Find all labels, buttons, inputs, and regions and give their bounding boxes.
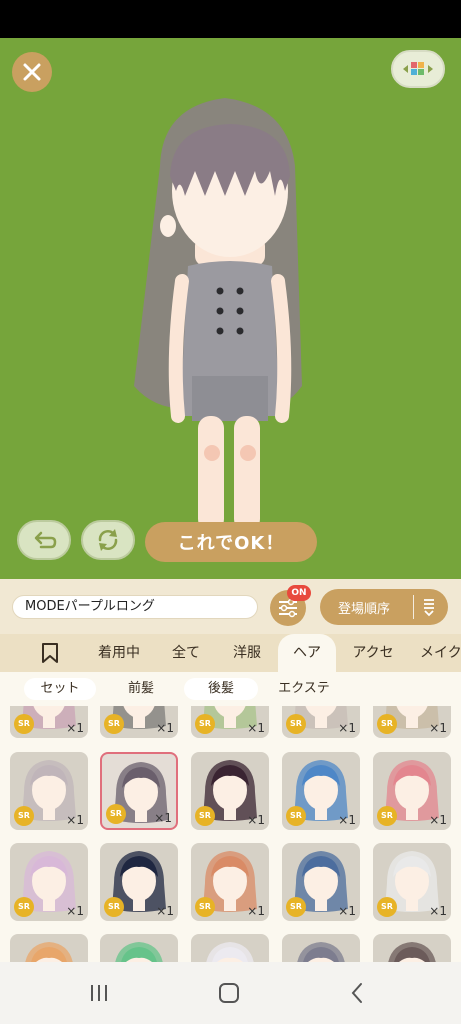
rotate-button[interactable] [81, 520, 135, 560]
hair-item-card[interactable]: SR ×1 [100, 752, 178, 830]
home-icon [219, 983, 239, 1003]
hair-item-card[interactable]: SR ×1 [373, 843, 451, 921]
item-quantity: ×1 [338, 904, 356, 918]
category-tabs: 着用中 全て 洋服 ヘア アクセ メイク [0, 634, 461, 672]
avatar-character [134, 98, 302, 553]
hair-item-card[interactable]: SR ×1 [373, 706, 451, 738]
item-quantity: ×1 [66, 904, 84, 918]
sort-order-icon[interactable] [421, 597, 437, 617]
status-bar [0, 0, 461, 38]
hair-subtabs: セット 前髪 後髪 エクステ [0, 672, 461, 706]
hair-item-card[interactable]: SR×1 [373, 934, 451, 962]
hair-item-card[interactable]: SR ×1 [191, 843, 269, 921]
rarity-badge: SR [106, 804, 126, 824]
filter-on-badge: ON [287, 585, 311, 601]
hair-thumbnail [115, 942, 163, 962]
item-quantity: ×1 [429, 813, 447, 827]
home-button[interactable] [214, 980, 244, 1006]
tab-all[interactable]: 全て [160, 634, 212, 672]
hair-item-card[interactable]: SR ×1 [10, 706, 88, 738]
rarity-badge: SR [377, 806, 397, 826]
item-quantity: ×1 [66, 721, 84, 735]
bookmark-icon [42, 643, 58, 663]
hair-item-card[interactable]: SR×1 [10, 934, 88, 962]
tab-clothes[interactable]: 洋服 [222, 634, 272, 672]
hair-item-card[interactable]: SR×1 [191, 934, 269, 962]
tab-wearing[interactable]: 着用中 [88, 634, 150, 672]
subtab-extensions[interactable]: エクステ [268, 678, 340, 700]
undo-icon [34, 531, 57, 549]
sort-divider [413, 595, 414, 619]
close-button[interactable] [12, 52, 52, 92]
item-quantity: ×1 [338, 721, 356, 735]
hair-item-card[interactable]: SR ×1 [100, 843, 178, 921]
hair-item-card[interactable]: SR ×1 [373, 752, 451, 830]
back-button[interactable] [342, 980, 372, 1006]
rarity-badge: SR [286, 897, 306, 917]
layout-toggle-button[interactable] [391, 50, 445, 88]
rarity-badge: SR [195, 806, 215, 826]
color-grid-icon [403, 62, 433, 75]
tab-hair[interactable]: ヘア [278, 634, 336, 672]
undo-button[interactable] [17, 520, 71, 560]
sort-button[interactable]: 登場順序 [320, 589, 448, 625]
hair-item-card[interactable]: SR ×1 [282, 752, 360, 830]
recent-apps-button[interactable] [84, 980, 114, 1006]
avatar-stage: これでOK！ [0, 38, 461, 579]
item-quantity: ×1 [247, 721, 265, 735]
rarity-badge: SR [104, 897, 124, 917]
hair-item-card[interactable]: SR ×1 [10, 843, 88, 921]
rarity-badge: SR [195, 897, 215, 917]
item-quantity: ×1 [338, 813, 356, 827]
rarity-badge: SR [14, 897, 34, 917]
rarity-badge: SR [195, 714, 215, 734]
tab-makeup[interactable]: メイク [420, 634, 461, 672]
rarity-badge: SR [104, 714, 124, 734]
rotate-icon [98, 529, 118, 551]
tab-bookmark[interactable] [30, 634, 70, 672]
sliders-icon [279, 598, 297, 618]
rarity-badge: SR [286, 714, 306, 734]
rarity-badge: SR [14, 714, 34, 734]
recent-apps-icon [91, 985, 107, 1001]
hair-item-card[interactable]: SR ×1 [282, 843, 360, 921]
hair-thumbnail [388, 942, 436, 962]
hair-thumbnail [206, 942, 254, 962]
item-quantity: ×1 [247, 813, 265, 827]
hair-thumbnail [25, 942, 73, 962]
sort-label: 登場順序 [338, 602, 391, 617]
subtab-bangs[interactable]: 前髪 [110, 678, 172, 700]
rarity-badge: SR [377, 897, 397, 917]
rarity-badge: SR [377, 714, 397, 734]
close-icon [23, 63, 41, 81]
item-quantity: ×1 [156, 721, 174, 735]
hair-item-card[interactable]: SR ×1 [191, 752, 269, 830]
system-nav-bar [0, 962, 461, 1024]
item-quantity: ×1 [247, 904, 265, 918]
back-icon [351, 983, 362, 1003]
rarity-badge: SR [14, 806, 34, 826]
hair-item-card[interactable]: SR ×1 [100, 706, 178, 738]
hair-item-grid: SR ×1 SR ×1 SR ×1 SR ×1 SR ×1 SR ×1 SR ×1 SR ×1 SR ×1 SR ×1… [0, 706, 461, 962]
hair-item-card[interactable]: SR×1 [282, 934, 360, 962]
hair-thumbnail [297, 942, 345, 962]
outfit-toolbar: MODEパープルロング ON 登場順序 [0, 579, 461, 634]
subtab-set[interactable]: セット [24, 678, 96, 700]
hair-item-card[interactable]: SR ×1 [282, 706, 360, 738]
item-quantity: ×1 [66, 813, 84, 827]
item-quantity: ×1 [429, 904, 447, 918]
item-quantity: ×1 [154, 811, 172, 825]
hair-item-card[interactable]: SR×1 [100, 934, 178, 962]
confirm-ok-button[interactable]: これでOK！ [145, 522, 317, 562]
hair-item-card[interactable]: SR ×1 [191, 706, 269, 738]
hair-item-card[interactable]: SR ×1 [10, 752, 88, 830]
item-quantity: ×1 [429, 721, 447, 735]
item-quantity: ×1 [156, 904, 174, 918]
subtab-back-hair[interactable]: 後髪 [184, 678, 258, 700]
rarity-badge: SR [286, 806, 306, 826]
tab-accessory[interactable]: アクセ [344, 634, 402, 672]
outfit-name-field[interactable]: MODEパープルロング [12, 595, 258, 619]
